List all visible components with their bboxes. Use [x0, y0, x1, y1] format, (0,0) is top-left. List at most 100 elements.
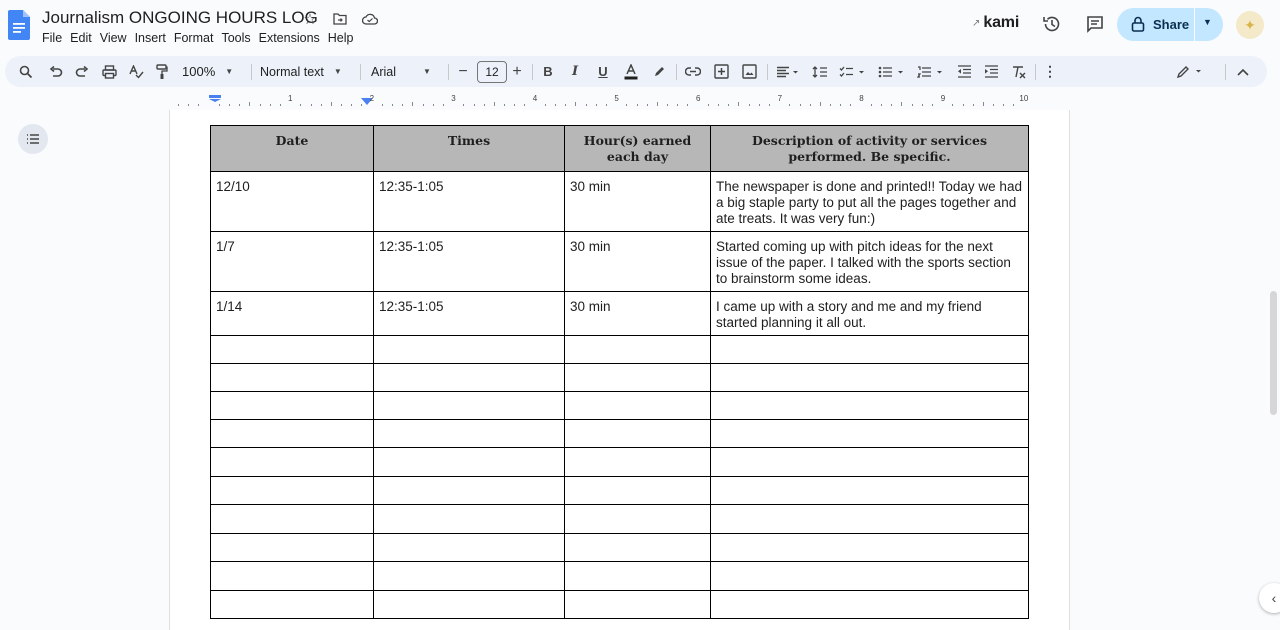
hours-cell[interactable]: 30 min: [564, 171, 711, 232]
times-cell[interactable]: [373, 590, 565, 619]
google-docs-icon[interactable]: [8, 10, 30, 40]
times-cell[interactable]: [373, 363, 565, 392]
menu-format[interactable]: Format: [170, 30, 218, 46]
checklist-icon[interactable]: [836, 56, 870, 87]
description-cell[interactable]: [710, 590, 1029, 619]
description-cell[interactable]: [710, 419, 1029, 448]
date-cell[interactable]: 1/7: [210, 231, 374, 292]
clear-formatting-icon[interactable]: [1007, 56, 1029, 87]
menu-edit[interactable]: Edit: [66, 30, 96, 46]
cloud-saved-icon[interactable]: [360, 9, 380, 29]
date-cell[interactable]: 1/14: [210, 291, 374, 336]
description-cell[interactable]: [710, 561, 1029, 591]
increase-indent-icon[interactable]: [980, 56, 1002, 87]
font-size-input[interactable]: 12: [477, 61, 507, 83]
document-title[interactable]: Journalism ONGOING HOURS LOG: [42, 8, 318, 28]
text-color-icon[interactable]: [622, 56, 640, 87]
date-cell[interactable]: [210, 335, 374, 364]
hours-cell[interactable]: [564, 363, 711, 392]
first-line-indent-marker[interactable]: [209, 95, 221, 102]
zoom-select[interactable]: 100% ▼: [182, 56, 244, 87]
menu-insert[interactable]: Insert: [131, 30, 170, 46]
italic-icon[interactable]: I: [566, 56, 584, 87]
times-cell[interactable]: [373, 335, 565, 364]
hours-cell[interactable]: 30 min: [564, 231, 711, 292]
hours-cell[interactable]: [564, 391, 711, 420]
times-cell[interactable]: [373, 476, 565, 505]
times-cell[interactable]: 12:35-1:05: [373, 231, 565, 292]
ruler[interactable]: 1 2 3 4 5 6 7 8 9 10: [169, 94, 1069, 108]
hours-cell[interactable]: [564, 476, 711, 505]
redo-icon[interactable]: [71, 56, 93, 87]
hours-cell[interactable]: [564, 561, 711, 591]
highlight-icon[interactable]: [650, 56, 668, 87]
increase-font-size-icon[interactable]: +: [509, 56, 525, 87]
hours-cell[interactable]: [564, 590, 711, 619]
scrollbar[interactable]: [1270, 291, 1277, 415]
description-cell[interactable]: The newspaper is done and printed!! Toda…: [710, 171, 1029, 232]
times-cell[interactable]: [373, 533, 565, 562]
numbered-list-icon[interactable]: [914, 56, 948, 87]
menu-file[interactable]: File: [42, 30, 66, 46]
times-cell[interactable]: [373, 504, 565, 534]
spellcheck-icon[interactable]: [125, 56, 147, 87]
description-cell[interactable]: I came up with a story and me and my fri…: [710, 291, 1029, 336]
decrease-font-size-icon[interactable]: −: [455, 56, 471, 87]
more-options-icon[interactable]: ⋮: [1041, 56, 1059, 87]
date-cell[interactable]: [210, 504, 374, 534]
font-select[interactable]: Arial ▼: [371, 56, 441, 87]
date-cell[interactable]: [210, 590, 374, 619]
bold-icon[interactable]: B: [539, 56, 557, 87]
date-cell[interactable]: [210, 533, 374, 562]
description-cell[interactable]: Started coming up with pitch ideas for t…: [710, 231, 1029, 292]
menu-extensions[interactable]: Extensions: [255, 30, 324, 46]
date-cell[interactable]: [210, 476, 374, 505]
share-dropdown-icon[interactable]: ▼: [1203, 17, 1212, 27]
share-button[interactable]: Share ▼: [1117, 8, 1223, 41]
kami-extension-button[interactable]: ↗ kami: [972, 14, 1019, 32]
hours-cell[interactable]: 30 min: [564, 291, 711, 336]
date-cell[interactable]: 12/10: [210, 171, 374, 232]
description-cell[interactable]: [710, 447, 1029, 477]
align-icon[interactable]: [773, 56, 803, 87]
description-cell[interactable]: [710, 533, 1029, 562]
star-icon[interactable]: ☆: [300, 9, 320, 29]
menu-help[interactable]: Help: [324, 30, 358, 46]
side-panel-toggle[interactable]: ‹: [1259, 583, 1280, 613]
description-cell[interactable]: [710, 504, 1029, 534]
description-cell[interactable]: [710, 363, 1029, 392]
hours-cell[interactable]: [564, 447, 711, 477]
description-cell[interactable]: [710, 335, 1029, 364]
insert-image-icon[interactable]: [739, 56, 759, 87]
comments-icon[interactable]: [1083, 12, 1107, 36]
paragraph-style-select[interactable]: Normal text ▼: [260, 56, 352, 87]
link-icon[interactable]: [683, 56, 703, 87]
date-cell[interactable]: [210, 363, 374, 392]
description-cell[interactable]: [710, 391, 1029, 420]
times-cell[interactable]: [373, 419, 565, 448]
decrease-indent-icon[interactable]: [953, 56, 975, 87]
menu-tools[interactable]: Tools: [217, 30, 254, 46]
editing-mode-icon[interactable]: [1173, 56, 1209, 87]
underline-icon[interactable]: U: [594, 56, 612, 87]
times-cell[interactable]: [373, 561, 565, 591]
hours-cell[interactable]: [564, 419, 711, 448]
print-icon[interactable]: [98, 56, 120, 87]
times-cell[interactable]: [373, 447, 565, 477]
times-cell[interactable]: [373, 391, 565, 420]
times-cell[interactable]: 12:35-1:05: [373, 291, 565, 336]
times-cell[interactable]: 12:35-1:05: [373, 171, 565, 232]
bulleted-list-icon[interactable]: [875, 56, 909, 87]
search-menus-icon[interactable]: [15, 56, 37, 87]
date-cell[interactable]: [210, 447, 374, 477]
hours-cell[interactable]: [564, 504, 711, 534]
hide-menus-icon[interactable]: [1233, 56, 1253, 87]
folder-move-icon[interactable]: [330, 9, 350, 29]
date-cell[interactable]: [210, 391, 374, 420]
hours-cell[interactable]: [564, 533, 711, 562]
date-cell[interactable]: [210, 561, 374, 591]
avatar[interactable]: ✦: [1236, 11, 1264, 39]
description-cell[interactable]: [710, 476, 1029, 505]
menu-view[interactable]: View: [96, 30, 131, 46]
undo-icon[interactable]: [45, 56, 67, 87]
